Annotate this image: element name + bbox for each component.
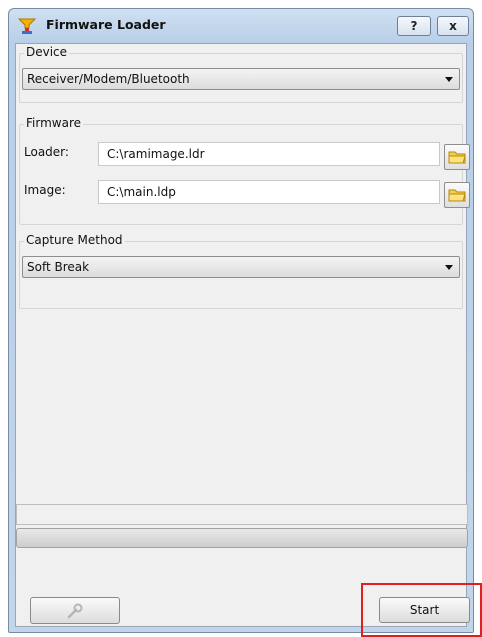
loader-browse-button[interactable] (444, 144, 470, 170)
capture-method-group: Capture Method Soft Break (19, 233, 463, 309)
loader-path-input[interactable]: C:\ramimage.ldr (98, 142, 440, 166)
image-path-input[interactable]: C:\main.ldp (98, 180, 440, 204)
highlight-box (361, 583, 482, 637)
tools-button[interactable] (30, 597, 120, 624)
title-bar: Firmware Loader ? x (9, 9, 473, 43)
app-icon (18, 18, 36, 34)
progress-bar (16, 528, 468, 548)
image-label: Image: (24, 183, 66, 197)
capture-method-select-value: Soft Break (27, 260, 90, 274)
device-select[interactable]: Receiver/Modem/Bluetooth (22, 68, 460, 90)
close-button[interactable]: x (437, 16, 469, 36)
chevron-down-icon (445, 265, 453, 270)
device-select-value: Receiver/Modem/Bluetooth (27, 72, 190, 86)
window-title: Firmware Loader (46, 17, 166, 32)
help-button[interactable]: ? (397, 16, 431, 36)
chevron-down-icon (445, 77, 453, 82)
device-group: Device Receiver/Modem/Bluetooth (19, 45, 463, 103)
firmware-group-label: Firmware (24, 116, 83, 130)
folder-icon (448, 151, 466, 164)
folder-icon (448, 189, 466, 202)
firmware-group: Firmware Loader: C:\ramimage.ldr Image: … (19, 116, 470, 225)
status-bar (16, 504, 468, 525)
capture-method-group-label: Capture Method (24, 233, 125, 247)
wrench-icon (67, 603, 83, 619)
device-group-label: Device (24, 45, 70, 59)
loader-label: Loader: (24, 145, 69, 159)
capture-method-select[interactable]: Soft Break (22, 256, 460, 278)
image-browse-button[interactable] (444, 182, 470, 208)
